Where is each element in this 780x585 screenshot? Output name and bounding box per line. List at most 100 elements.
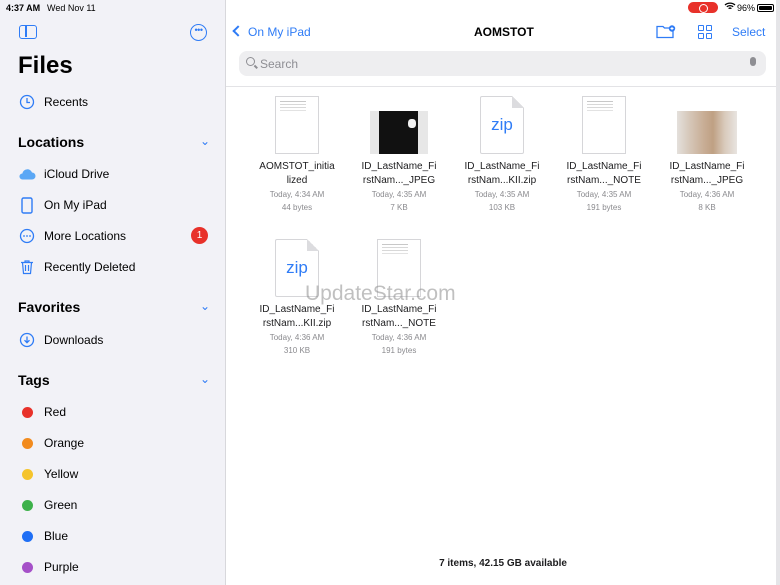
section-title: Favorites bbox=[18, 299, 81, 315]
sidebar-item-tag-green[interactable]: Green bbox=[18, 493, 218, 517]
file-name-line1: ID_LastName_Fi bbox=[361, 161, 437, 172]
file-name-line1: ID_LastName_Fi bbox=[669, 161, 745, 172]
tag-dot-icon bbox=[18, 434, 36, 452]
grid-view-icon[interactable] bbox=[698, 25, 712, 39]
zip-label: zip bbox=[491, 115, 513, 134]
new-folder-icon[interactable] bbox=[656, 24, 676, 39]
folder-title: AOMSTOT bbox=[474, 25, 534, 39]
ellipsis-circle-icon bbox=[18, 227, 36, 245]
sidebar-item-label: Purple bbox=[44, 560, 79, 574]
sidebar-item-label: iCloud Drive bbox=[44, 167, 110, 181]
file-item[interactable]: ID_LastName_Fi rstNam..._JPEG Today, 4:3… bbox=[657, 96, 757, 216]
zip-label: zip bbox=[286, 258, 308, 277]
chevron-down-icon[interactable]: ⌄ bbox=[200, 134, 210, 148]
search-field[interactable]: Search bbox=[239, 51, 766, 76]
file-date: Today, 4:35 AM bbox=[576, 190, 632, 199]
file-size: 191 bytes bbox=[381, 346, 417, 355]
sidebar-item-recents[interactable]: Recents bbox=[18, 90, 218, 114]
tag-dot-icon bbox=[18, 558, 36, 576]
sidebar-item-label: More Locations bbox=[44, 229, 127, 243]
file-name-line2: rstNam..._NOTE bbox=[362, 318, 436, 329]
file-size: 7 KB bbox=[390, 203, 408, 212]
tag-dot-icon bbox=[18, 403, 36, 421]
more-options-icon[interactable]: ••• bbox=[190, 24, 207, 41]
tag-dot-icon bbox=[18, 496, 36, 514]
storage-summary: 7 items, 42.15 GB available bbox=[439, 558, 567, 569]
document-thumbnail bbox=[275, 96, 319, 154]
file-name-line2: rstNam...KII.zip bbox=[467, 175, 537, 186]
file-name-line1: ID_LastName_Fi bbox=[566, 161, 642, 172]
file-item[interactable]: zip ID_LastName_Fi rstNam...KII.zip Toda… bbox=[452, 96, 552, 216]
sidebar-item-on-my-ipad[interactable]: On My iPad bbox=[18, 193, 218, 217]
sidebar: ••• Files Recents Locations ⌄ iCloud Dri… bbox=[0, 0, 226, 585]
sidebar-item-label: Blue bbox=[44, 529, 69, 543]
search-icon bbox=[246, 57, 255, 66]
sidebar-item-tag-red[interactable]: Red bbox=[18, 400, 218, 424]
file-name-line2: rstNam..._JPEG bbox=[670, 175, 744, 186]
file-date: Today, 4:36 AM bbox=[371, 333, 427, 342]
ipad-icon bbox=[18, 196, 36, 214]
image-thumbnail bbox=[677, 111, 737, 154]
section-tags[interactable]: Tags ⌄ bbox=[18, 372, 210, 388]
section-favorites[interactable]: Favorites ⌄ bbox=[18, 299, 210, 315]
cloud-icon bbox=[18, 165, 36, 183]
sidebar-item-label: Recents bbox=[44, 95, 89, 109]
battery-icon bbox=[757, 4, 774, 12]
tag-color-blue-icon bbox=[21, 530, 33, 542]
sidebar-toggle-icon[interactable] bbox=[19, 25, 37, 39]
file-size: 191 bytes bbox=[586, 203, 622, 212]
section-locations[interactable]: Locations ⌄ bbox=[18, 134, 210, 150]
battery-percentage: 96% bbox=[737, 3, 756, 13]
back-button[interactable]: On My iPad bbox=[232, 25, 311, 39]
section-title: Tags bbox=[18, 372, 50, 388]
back-label: On My iPad bbox=[248, 25, 311, 39]
file-browser: On My iPad AOMSTOT Select Search AOMSTOT… bbox=[226, 0, 780, 585]
file-item[interactable]: ID_LastName_Fi rstNam..._JPEG Today, 4:3… bbox=[349, 96, 449, 216]
sidebar-item-tag-yellow[interactable]: Yellow bbox=[18, 462, 218, 486]
sidebar-item-label: On My iPad bbox=[44, 198, 107, 212]
file-name-line1: ID_LastName_Fi bbox=[464, 161, 540, 172]
file-date: Today, 4:35 AM bbox=[474, 190, 530, 199]
sidebar-item-more-locations[interactable]: More Locations 1 bbox=[18, 224, 218, 248]
file-name-line2: rstNam..._JPEG bbox=[362, 175, 436, 186]
file-date: Today, 4:35 AM bbox=[371, 190, 427, 199]
file-size: 44 bytes bbox=[281, 203, 313, 212]
sidebar-title: Files bbox=[18, 52, 73, 79]
tag-color-yellow-icon bbox=[21, 468, 33, 480]
notification-badge: 1 bbox=[191, 227, 208, 244]
chevron-down-icon[interactable]: ⌄ bbox=[200, 299, 210, 313]
file-date: Today, 4:36 AM bbox=[269, 333, 325, 342]
file-name-line2: rstNam...KII.zip bbox=[262, 318, 332, 329]
sidebar-item-label: Green bbox=[44, 498, 78, 512]
file-item[interactable]: ID_LastName_Fi rstNam..._NOTE Today, 4:3… bbox=[554, 96, 654, 216]
clock-icon bbox=[18, 93, 36, 111]
sidebar-item-recently-deleted[interactable]: Recently Deleted bbox=[18, 255, 218, 279]
sidebar-item-label: Orange bbox=[44, 436, 85, 450]
sidebar-item-label: Red bbox=[44, 405, 67, 419]
sidebar-item-downloads[interactable]: Downloads bbox=[18, 328, 218, 352]
file-date: Today, 4:34 AM bbox=[269, 190, 325, 199]
sidebar-item-label: Recently Deleted bbox=[44, 260, 136, 274]
file-size: 103 KB bbox=[488, 203, 516, 212]
file-size: 8 KB bbox=[698, 203, 716, 212]
download-icon bbox=[18, 331, 36, 349]
trash-icon bbox=[18, 258, 36, 276]
file-name-line1: AOMSTOT_initia bbox=[259, 161, 335, 172]
sidebar-item-tag-purple[interactable]: Purple bbox=[18, 555, 218, 579]
divider bbox=[226, 86, 780, 87]
sidebar-item-icloud-drive[interactable]: iCloud Drive bbox=[18, 162, 218, 186]
file-item[interactable]: AOMSTOT_initia lized Today, 4:34 AM 44 b… bbox=[247, 96, 347, 216]
sidebar-item-tag-orange[interactable]: Orange bbox=[18, 431, 218, 455]
image-thumbnail bbox=[370, 111, 428, 154]
select-button[interactable]: Select bbox=[732, 25, 765, 39]
scroll-edge bbox=[776, 0, 780, 585]
screen-recording-icon[interactable] bbox=[688, 2, 718, 13]
tag-dot-icon bbox=[18, 527, 36, 545]
status-date: Wed Nov 11 bbox=[47, 3, 96, 13]
chevron-down-icon[interactable]: ⌄ bbox=[200, 372, 210, 386]
sidebar-item-label: Yellow bbox=[44, 467, 79, 481]
sidebar-item-tag-blue[interactable]: Blue bbox=[18, 524, 218, 548]
microphone-icon[interactable] bbox=[750, 57, 756, 66]
tag-color-orange-icon bbox=[21, 437, 33, 449]
status-time: 4:37 AM bbox=[6, 3, 41, 13]
